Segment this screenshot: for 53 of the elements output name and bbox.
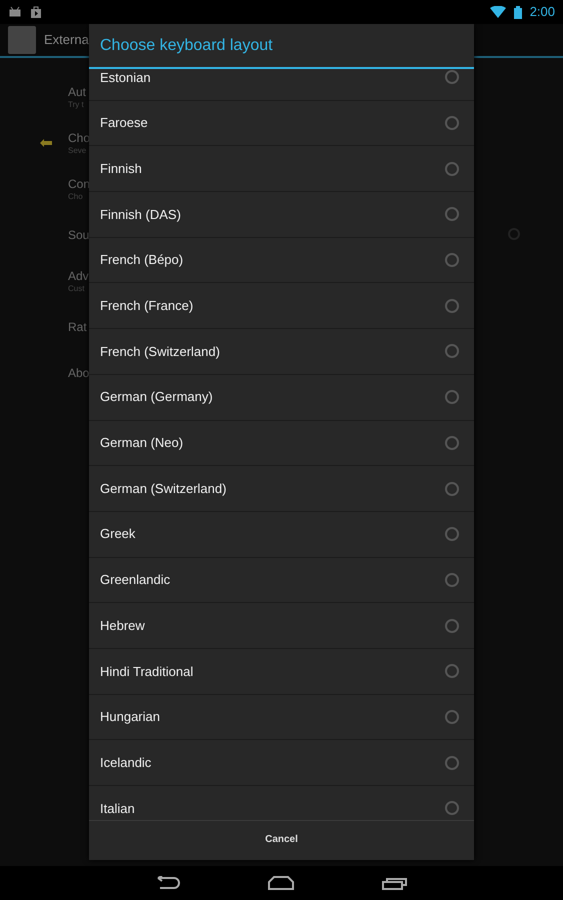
layout-option[interactable]: French (Switzerland): [89, 329, 474, 375]
battery-icon: [514, 6, 522, 18]
radio-button[interactable]: [445, 253, 459, 268]
layout-option[interactable]: German (Neo): [89, 420, 474, 466]
radio-button[interactable]: [445, 70, 459, 84]
layout-option[interactable]: German (Switzerland): [89, 466, 474, 512]
setting-title: Aut: [68, 84, 86, 100]
layout-option[interactable]: Icelandic: [89, 740, 474, 786]
radio-button[interactable]: [445, 572, 459, 587]
arrow-icon: [40, 139, 52, 147]
layout-option[interactable]: German (Germany): [89, 374, 474, 420]
radio-button[interactable]: [445, 436, 459, 450]
shopping-bag-icon: [30, 5, 42, 19]
setting-title: Con: [68, 176, 90, 192]
home-icon[interactable]: [268, 876, 294, 890]
radio-button[interactable]: [445, 162, 459, 176]
radio-button[interactable]: [445, 756, 459, 770]
radio-button[interactable]: [445, 344, 459, 358]
layout-option[interactable]: Hindi Traditional: [89, 648, 474, 695]
wifi-icon: [490, 6, 506, 18]
radio-button[interactable]: [445, 390, 459, 404]
layout-option[interactable]: Faroese: [89, 100, 474, 146]
setting-title: Abo: [68, 365, 90, 381]
layout-option[interactable]: Italian: [89, 786, 474, 820]
back-icon[interactable]: [156, 876, 180, 890]
cancel-button[interactable]: Cancel: [255, 828, 308, 851]
app-title: Externa: [44, 31, 89, 50]
layout-option[interactable]: Hebrew: [89, 603, 474, 649]
layout-option[interactable]: Greenlandic: [89, 558, 474, 604]
layout-option[interactable]: Estonian: [89, 69, 474, 101]
layout-option[interactable]: Greek: [89, 512, 474, 558]
layout-option[interactable]: French (France): [89, 283, 474, 330]
setting-title: Adv: [68, 268, 89, 284]
clock-time: 2:00: [530, 3, 555, 22]
setting-title: Sou: [68, 227, 90, 243]
setting-title: Rat: [68, 319, 87, 335]
layout-option[interactable]: French (Bépo): [89, 238, 474, 284]
recent-apps-icon[interactable]: [382, 876, 408, 890]
layout-option[interactable]: Finnish (DAS): [89, 192, 474, 238]
radio-button[interactable]: [445, 298, 459, 313]
radio-button[interactable]: [445, 527, 459, 542]
layout-option[interactable]: Finnish: [89, 146, 474, 192]
radio-button[interactable]: [445, 207, 459, 222]
android-icon: [8, 6, 22, 18]
setting-title: Cho: [68, 130, 90, 146]
radio-button[interactable]: [445, 664, 459, 678]
radio-button[interactable]: [445, 710, 459, 724]
radio-button[interactable]: [445, 482, 459, 496]
radio-button[interactable]: [445, 116, 459, 130]
layout-option[interactable]: Hungarian: [89, 694, 474, 740]
dialog-title: Choose keyboard layout: [100, 36, 273, 56]
radio-button[interactable]: [445, 618, 459, 633]
radio-button[interactable]: [445, 801, 459, 816]
